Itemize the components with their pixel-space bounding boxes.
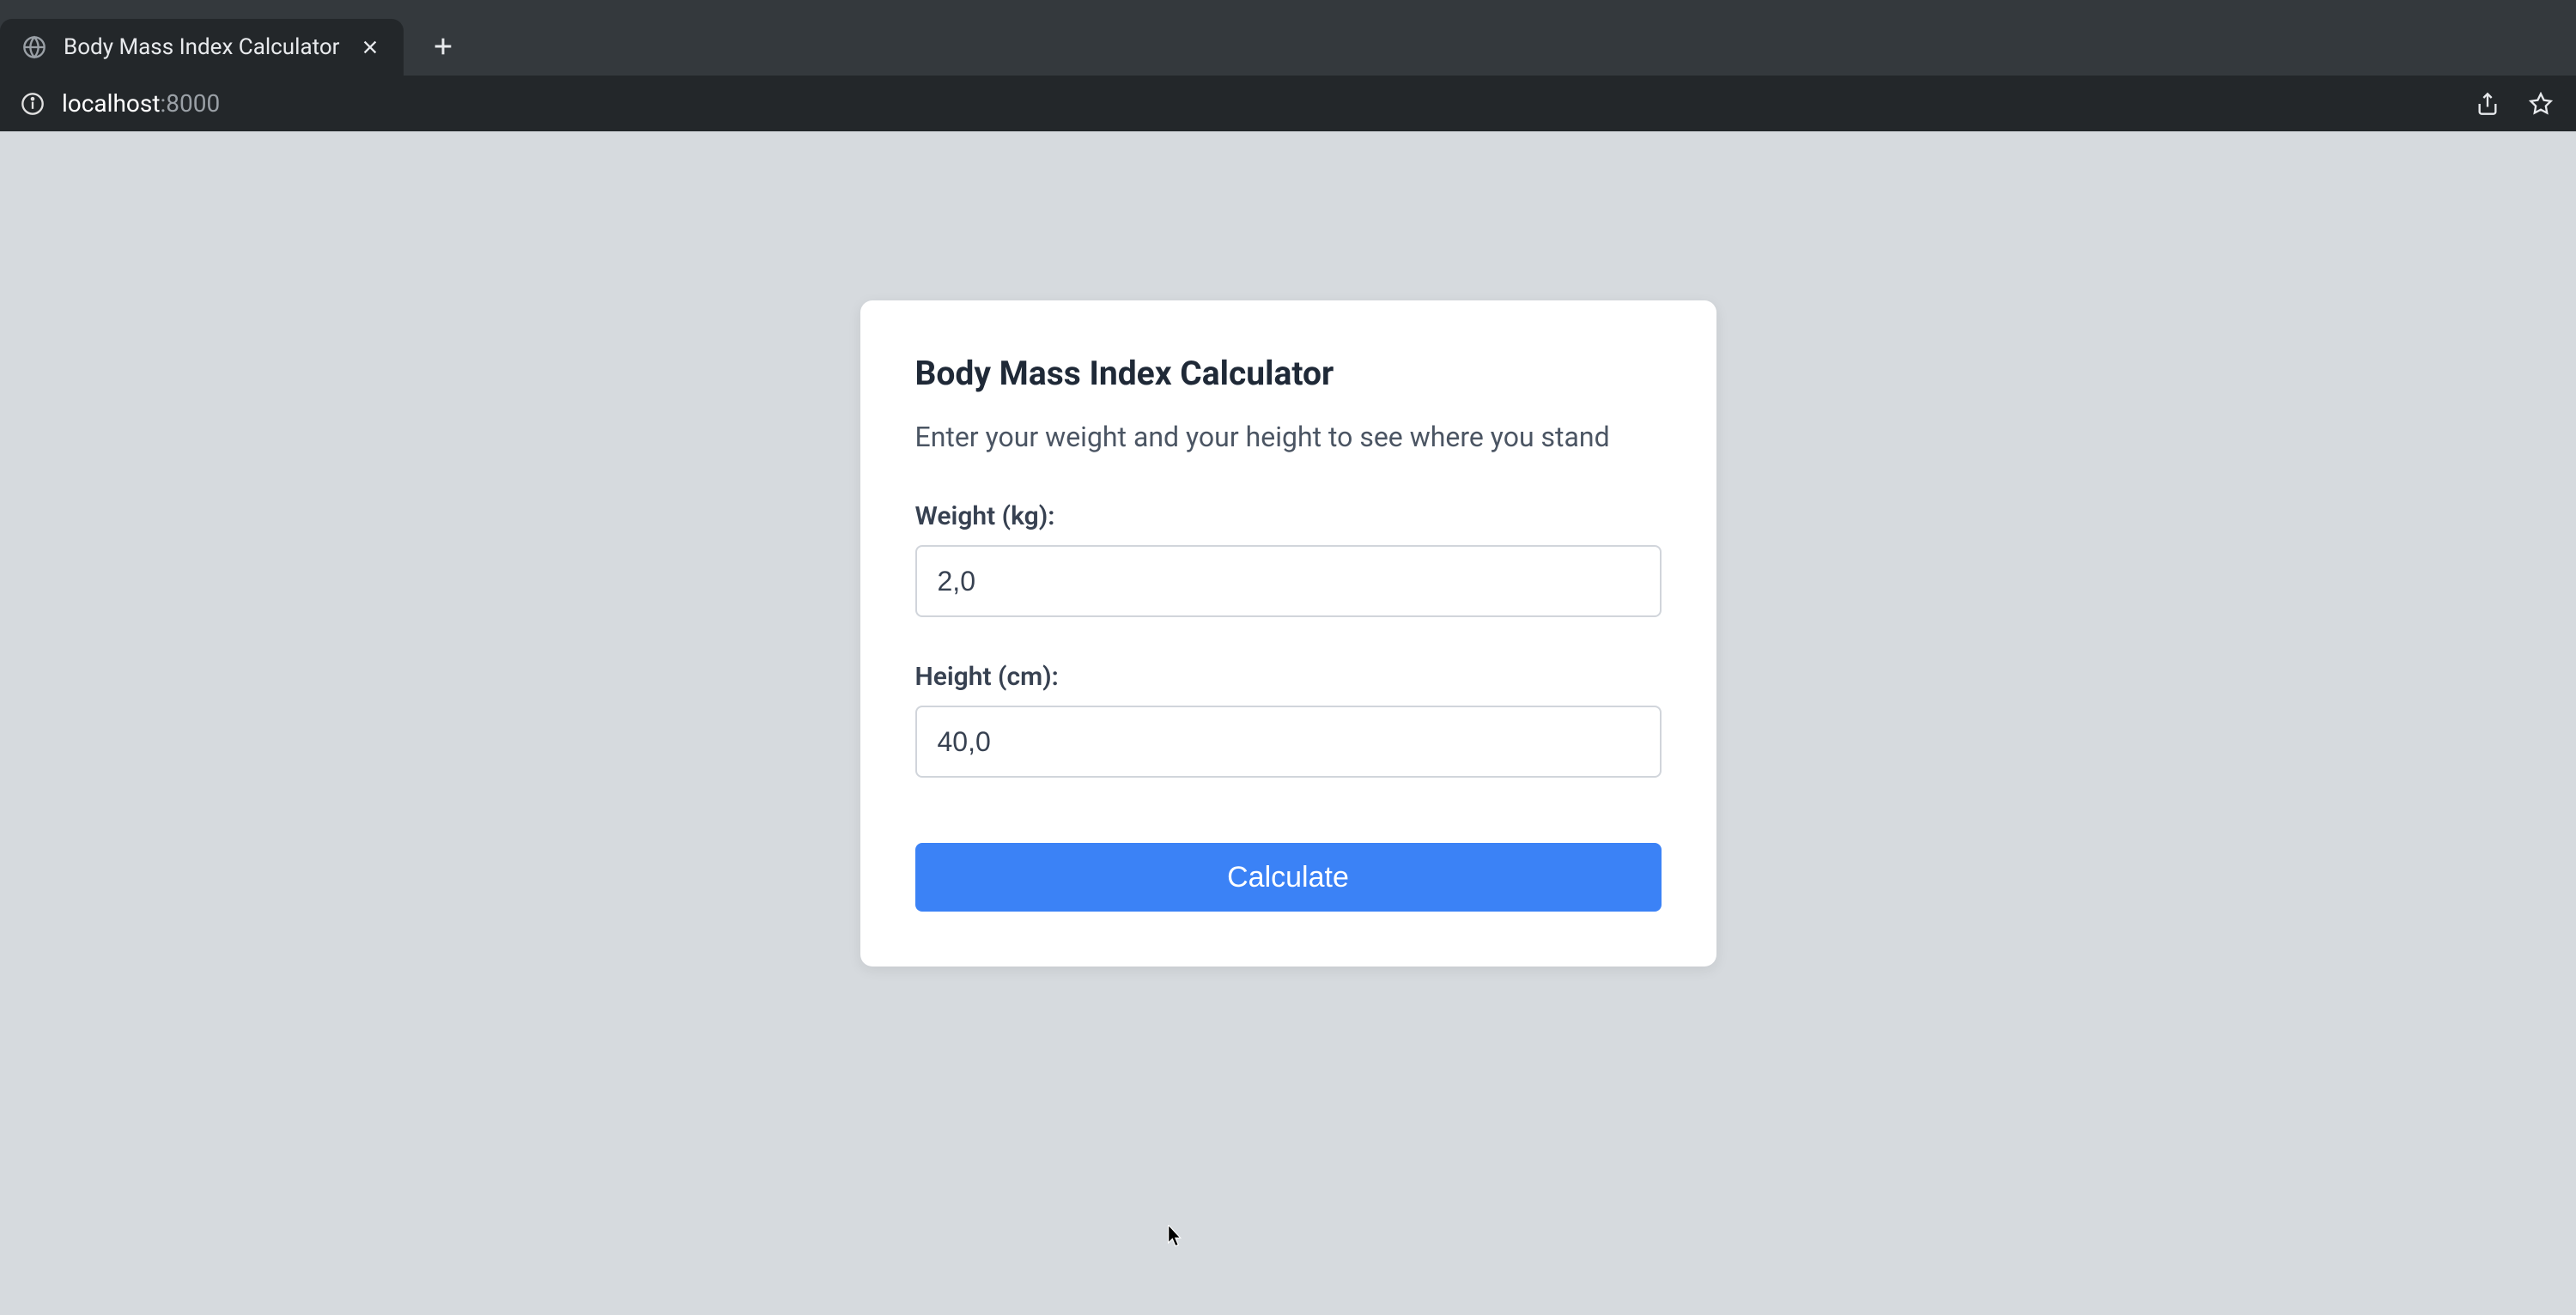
- page-content: Body Mass Index Calculator Enter your we…: [0, 131, 2576, 967]
- chrome-right-icons: [2473, 89, 2555, 118]
- weight-label: Weight (kg):: [915, 501, 1662, 531]
- new-tab-button[interactable]: [422, 26, 464, 67]
- address-bar[interactable]: localhost:8000: [62, 89, 2456, 118]
- url-port: :8000: [160, 89, 220, 118]
- globe-icon: [21, 33, 48, 61]
- page-subtitle: Enter your weight and your height to see…: [915, 421, 1662, 453]
- info-icon[interactable]: [21, 92, 45, 116]
- browser-tab[interactable]: Body Mass Index Calculator: [0, 19, 404, 76]
- height-input[interactable]: [915, 706, 1662, 778]
- cursor-icon: [1168, 1225, 1185, 1249]
- star-icon[interactable]: [2526, 89, 2555, 118]
- height-label: Height (cm):: [915, 662, 1662, 692]
- address-bar-row: localhost:8000: [0, 76, 2576, 131]
- tab-bar: Body Mass Index Calculator: [0, 0, 2576, 76]
- weight-input[interactable]: [915, 545, 1662, 617]
- page-title: Body Mass Index Calculator: [915, 354, 1662, 393]
- calculate-button[interactable]: Calculate: [915, 843, 1662, 912]
- height-group: Height (cm):: [915, 662, 1662, 778]
- close-icon[interactable]: [357, 34, 383, 60]
- browser-chrome: Body Mass Index Calculator loca: [0, 0, 2576, 131]
- calculator-card: Body Mass Index Calculator Enter your we…: [860, 300, 1716, 967]
- url-host: localhost: [62, 89, 160, 118]
- weight-group: Weight (kg):: [915, 501, 1662, 617]
- share-icon[interactable]: [2473, 89, 2502, 118]
- tab-title: Body Mass Index Calculator: [64, 34, 342, 60]
